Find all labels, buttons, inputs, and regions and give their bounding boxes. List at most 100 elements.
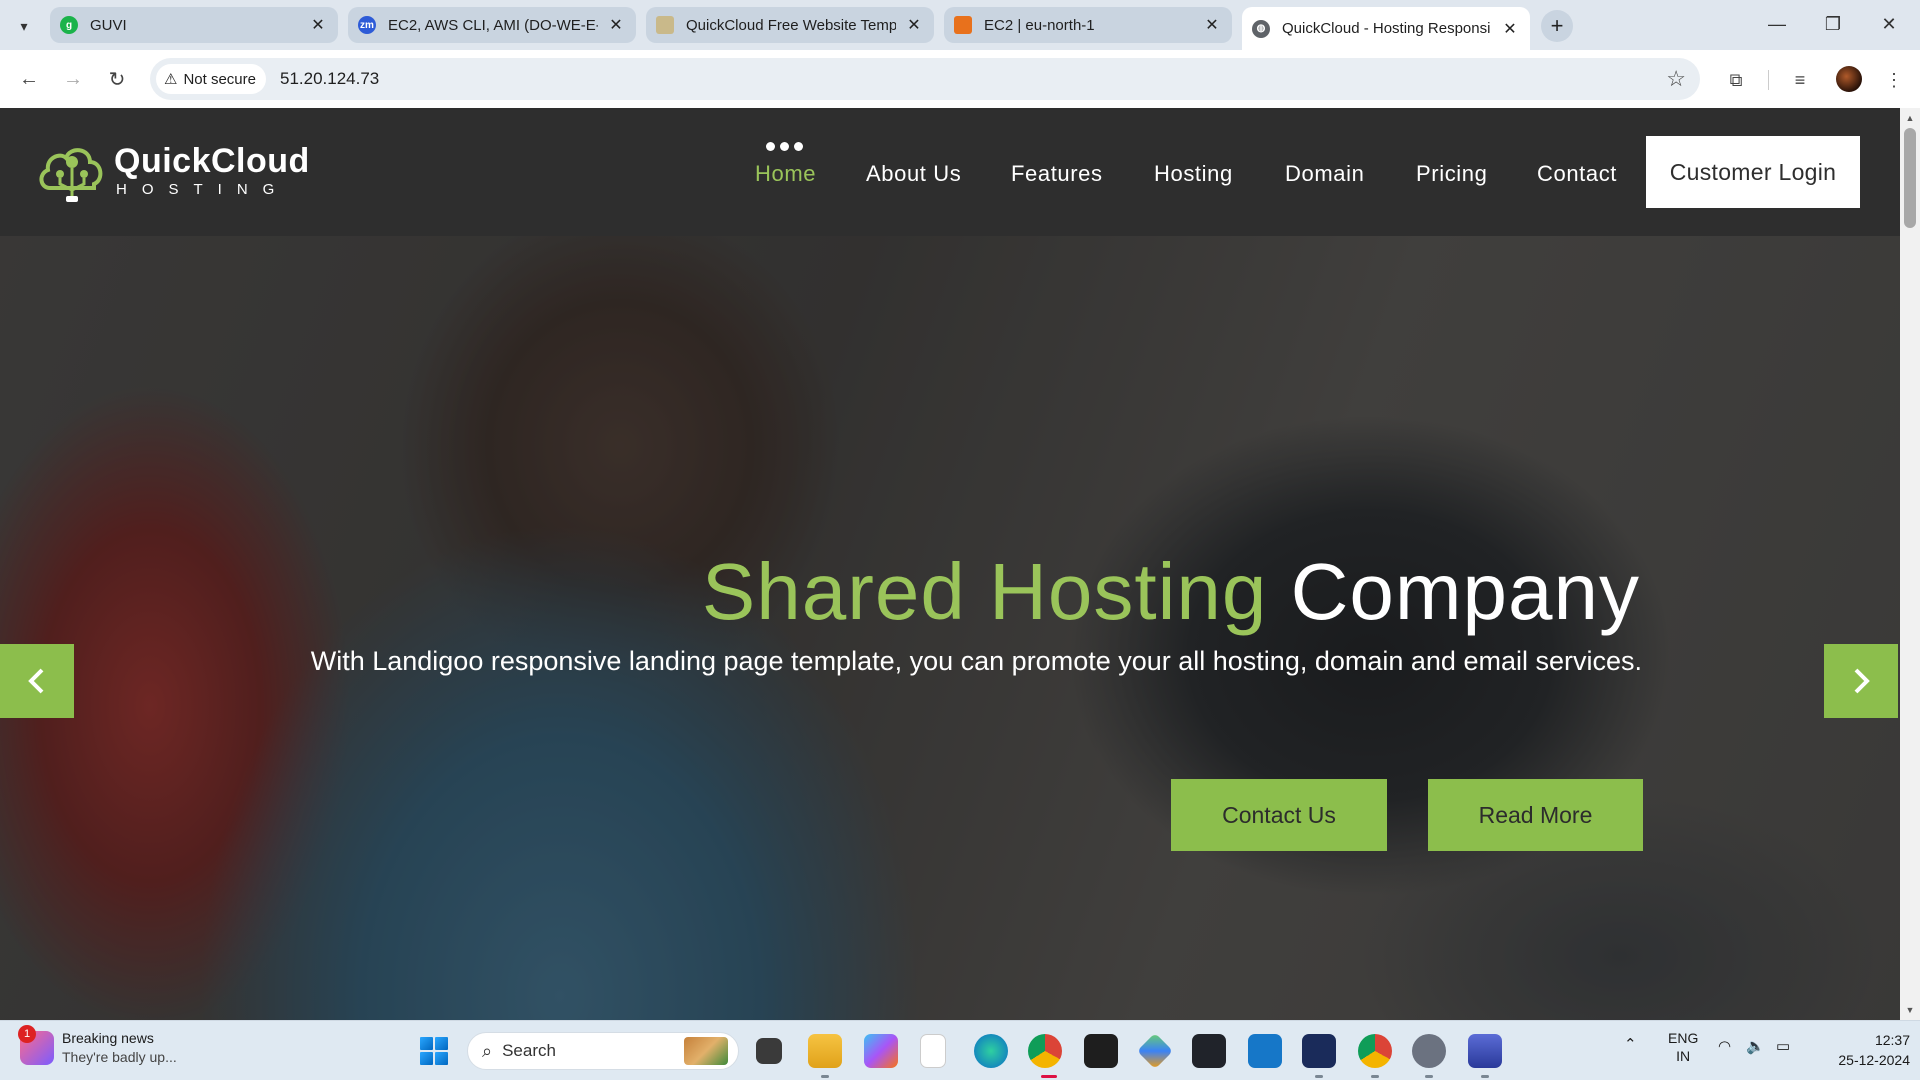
tab-quickcloud-hosting[interactable]: ◍ QuickCloud - Hosting Responsi ✕ (1242, 7, 1530, 50)
edge-icon[interactable] (974, 1034, 1008, 1068)
extensions-icon[interactable]: ⧉ (1722, 66, 1750, 94)
tab-quickcloud-template[interactable]: QuickCloud Free Website Temp ✕ (646, 7, 934, 43)
hero-slider: Shared Hosting Company With Landigoo res… (0, 236, 1900, 1020)
url-text[interactable]: 51.20.124.73 (280, 69, 379, 89)
customer-login-button[interactable]: Customer Login (1646, 136, 1860, 208)
close-icon[interactable]: ✕ (904, 15, 924, 35)
search-icon: ⌕ (482, 1040, 493, 1061)
logo-brand: QuickCloud (114, 142, 310, 180)
close-icon[interactable]: ✕ (606, 15, 626, 35)
toolbar-divider (1768, 70, 1769, 90)
globe-favicon-icon: ◍ (1252, 19, 1270, 38)
nav-pricing[interactable]: Pricing (1416, 161, 1487, 187)
hero-subtitle: With Landigoo responsive landing page te… (310, 646, 1642, 676)
news-widget[interactable]: 1 Breaking news They're badly up... (18, 1025, 177, 1067)
tab-ec2-aws-cli[interactable]: zm EC2, AWS CLI, AMI (DO-WE-E-B ✕ (348, 7, 636, 43)
hero-title-accent: Shared Hosting (701, 547, 1268, 636)
system-clock[interactable]: 12:37 25-12-2024 (1810, 1030, 1910, 1070)
tab-title: EC2, AWS CLI, AMI (DO-WE-E-B (388, 16, 598, 34)
chrome-icon[interactable] (1028, 1034, 1062, 1068)
news-title: Breaking news (62, 1030, 154, 1046)
nav-about-us[interactable]: About Us (866, 161, 961, 187)
contact-us-button[interactable]: Contact Us (1171, 779, 1387, 851)
restore-icon[interactable]: ❐ (1810, 8, 1856, 40)
tray-overflow-chevron-icon[interactable]: ⌃ (1624, 1035, 1637, 1053)
scroll-up-icon[interactable]: ▲ (1900, 110, 1920, 126)
chrome-profile-icon[interactable] (1358, 1034, 1392, 1068)
security-label: Not secure (183, 70, 256, 88)
cloud-tree-logo-icon (36, 138, 108, 206)
scroll-down-icon[interactable]: ▼ (1900, 1002, 1920, 1018)
chevron-left-icon (28, 668, 44, 694)
bookmark-star-icon[interactable]: ☆ (1666, 66, 1686, 92)
tab-guvi[interactable]: g GUVI ✕ (50, 7, 338, 43)
news-widget-icon: 1 (18, 1025, 54, 1065)
reload-icon[interactable]: ↻ (102, 64, 132, 94)
active-nav-dots-icon (766, 142, 803, 151)
page-scrollbar[interactable]: ▲ ▼ (1900, 108, 1920, 1020)
media-controls-icon[interactable]: ≡ (1786, 66, 1814, 94)
minimize-icon[interactable]: — (1754, 8, 1800, 40)
window-close-icon[interactable]: ✕ (1866, 8, 1912, 40)
webex-icon[interactable] (1302, 1034, 1336, 1068)
read-more-button[interactable]: Read More (1428, 779, 1643, 851)
news-subtitle: They're badly up... (62, 1049, 177, 1065)
file-explorer-icon[interactable] (808, 1034, 842, 1068)
profile-avatar[interactable] (1836, 66, 1862, 92)
nav-domain[interactable]: Domain (1285, 161, 1364, 187)
forward-icon[interactable]: → (58, 64, 88, 94)
template-favicon-icon (656, 16, 674, 34)
notepad-icon[interactable] (920, 1034, 946, 1068)
figma-icon[interactable] (1084, 1034, 1118, 1068)
nav-home[interactable]: Home (755, 161, 816, 187)
logo-sub: HOSTING (116, 181, 290, 198)
nav-contact[interactable]: Contact (1537, 161, 1617, 187)
close-icon[interactable]: ✕ (1500, 19, 1520, 39)
nav-features[interactable]: Features (1011, 161, 1103, 187)
chevron-right-icon (1854, 668, 1870, 694)
warning-icon: ⚠ (164, 71, 178, 88)
close-icon[interactable]: ✕ (308, 15, 328, 35)
windows-start-icon[interactable] (420, 1037, 448, 1065)
taskbar-search[interactable]: ⌕ Search (467, 1032, 739, 1070)
wifi-icon[interactable]: ◠ (1718, 1037, 1731, 1055)
taskbar-search-label: Search (502, 1041, 556, 1060)
windows-taskbar: 1 Breaking news They're badly up... ⌕ Se… (0, 1020, 1920, 1080)
task-view-icon[interactable] (756, 1038, 782, 1064)
slider-prev-button[interactable] (0, 644, 74, 718)
zoom-favicon-icon: zm (358, 16, 376, 34)
tab-title: GUVI (90, 16, 127, 34)
menu-kebab-icon[interactable]: ⋮ (1880, 66, 1908, 94)
scrollbar-thumb[interactable] (1904, 128, 1916, 228)
copilot-icon[interactable] (864, 1034, 898, 1068)
vscode-icon[interactable] (1248, 1034, 1282, 1068)
page-viewport: Shared Hosting Company With Landigoo res… (0, 108, 1920, 1020)
security-chip[interactable]: ⚠ Not secure (156, 64, 266, 94)
nav-hosting[interactable]: Hosting (1154, 161, 1233, 187)
site-logo[interactable]: QuickCloud HOSTING (36, 138, 310, 206)
site-header: QuickCloud HOSTING Home About Us Feature… (0, 108, 1900, 236)
tab-title: QuickCloud - Hosting Responsi (1282, 20, 1491, 37)
browser-toolbar: ← → ↻ ⚠ Not secure 51.20.124.73 ☆ ⧉ ≡ ⋮ (0, 50, 1920, 108)
battery-icon[interactable]: ▭ (1776, 1037, 1790, 1055)
hero-title-rest: Company (1290, 547, 1640, 636)
new-tab-button[interactable]: + (1541, 10, 1573, 42)
guvi-favicon-icon: g (60, 16, 78, 34)
lang-bottom: IN (1676, 1048, 1691, 1064)
terminal-icon[interactable] (1192, 1034, 1226, 1068)
tab-title: QuickCloud Free Website Temp (686, 16, 896, 34)
git-tool-icon[interactable] (1136, 1032, 1174, 1070)
close-icon[interactable]: ✕ (1202, 15, 1222, 35)
tab-ec2-eu-north[interactable]: EC2 | eu-north-1 ✕ (944, 7, 1232, 43)
aws-favicon-icon (954, 16, 972, 34)
settings-gear-icon[interactable] (1412, 1034, 1446, 1068)
remote-desktop-icon[interactable] (1468, 1034, 1502, 1068)
language-indicator[interactable]: ENG IN (1668, 1029, 1698, 1065)
tab-strip: ▾ g GUVI ✕ zm EC2, AWS CLI, AMI (DO-WE-E… (0, 0, 1920, 50)
volume-icon[interactable]: 🔈 (1746, 1037, 1765, 1055)
slider-next-button[interactable] (1824, 644, 1898, 718)
back-icon[interactable]: ← (14, 64, 44, 94)
tab-search-chevron-icon[interactable]: ▾ (10, 12, 38, 40)
address-bar[interactable]: ⚠ Not secure 51.20.124.73 ☆ (150, 58, 1700, 100)
clock-date: 25-12-2024 (1838, 1052, 1910, 1068)
